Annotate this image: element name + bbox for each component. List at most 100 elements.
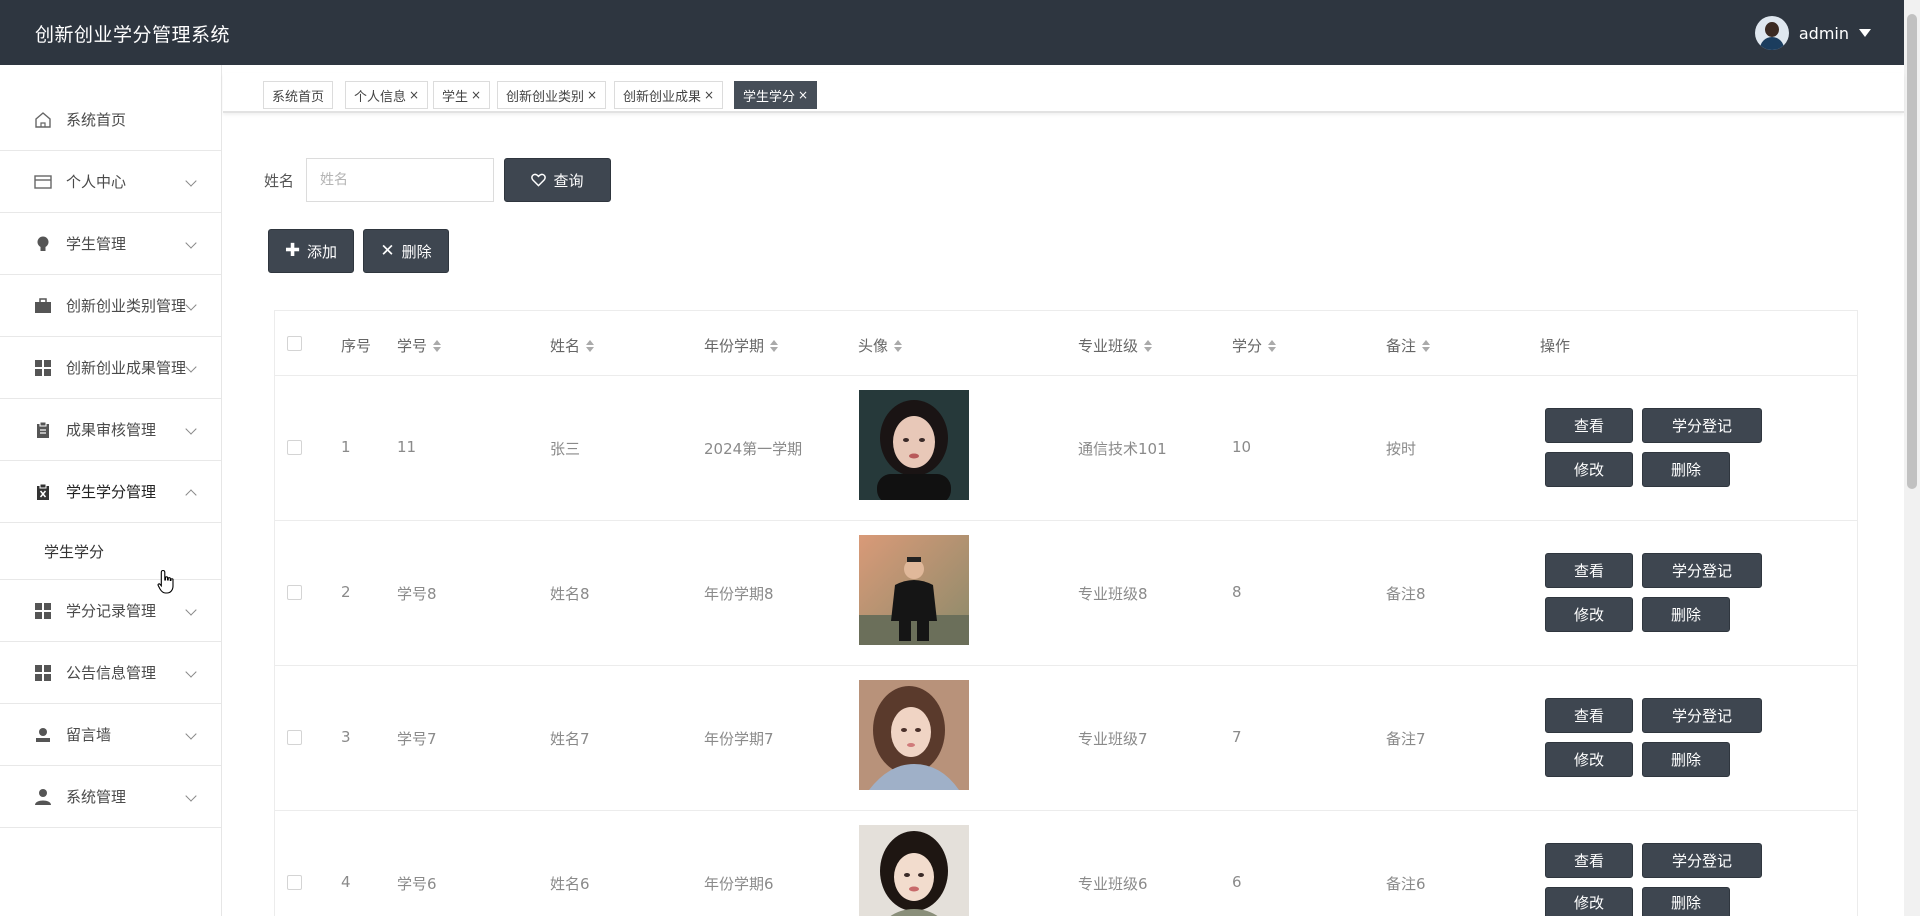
sidebar-item-label: 系统首页 [66, 111, 127, 129]
cell-class: 专业班级8 [1078, 585, 1148, 603]
grid-icon [34, 359, 52, 377]
register-credits-button[interactable]: 学分登记 [1642, 843, 1762, 878]
tab-home[interactable]: 系统首页 [263, 81, 334, 109]
chevron-down-icon [185, 666, 197, 678]
home-icon [34, 111, 52, 129]
column-header: 序号 [341, 337, 372, 355]
column-header[interactable]: 专业班级 [1078, 335, 1153, 356]
close-icon: ✕ [380, 240, 395, 261]
sidebar-item-label: 公告信息管理 [66, 664, 157, 682]
cell-note: 备注7 [1386, 730, 1426, 748]
sidebar-item-label: 创新创业成果管理 [66, 359, 187, 377]
sidebar-item-students[interactable]: 学生管理 [0, 213, 221, 275]
tab-students[interactable]: 学生 × [433, 81, 491, 109]
edit-button[interactable]: 修改 [1545, 597, 1633, 632]
register-credits-button[interactable]: 学分登记 [1642, 408, 1762, 443]
avatar[interactable] [1754, 16, 1789, 50]
cell-student-no: 学号8 [397, 585, 437, 603]
sidebar-item-label: 学生学分管理 [66, 483, 157, 501]
view-button[interactable]: 查看 [1545, 698, 1633, 733]
sidebar: 系统首页 个人中心 学生管理 创新创业类别管理 创新创业成果管理 成果审核管理 [0, 65, 222, 916]
delete-button[interactable]: 删除 [1642, 597, 1730, 632]
row-checkbox[interactable] [287, 875, 302, 890]
row-checkbox[interactable] [287, 730, 302, 745]
sidebar-item-home[interactable]: 系统首页 [0, 89, 221, 151]
sidebar-item-message-wall[interactable]: 留言墙 [0, 704, 221, 766]
table-row: 2 学号8 姓名8 年份学期8 专业班级8 8 备注8 查看 学分登记 修改 删… [275, 521, 1857, 666]
tab-category[interactable]: 创新创业类别 × [497, 81, 607, 109]
chevron-down-icon [185, 175, 197, 187]
column-header[interactable]: 备注 [1386, 335, 1431, 356]
sidebar-item-label: 创新创业类别管理 [66, 297, 187, 315]
column-header[interactable]: 学号 [397, 335, 442, 356]
close-icon[interactable]: × [704, 88, 714, 102]
column-header[interactable]: 姓名 [550, 335, 595, 356]
cell-index: 3 [341, 728, 351, 746]
cell-term: 年份学期7 [704, 730, 774, 748]
table-row: 4 学号6 姓名6 年份学期6 专业班级6 6 备注6 查看 学分登记 修改 删… [275, 811, 1857, 916]
delete-selected-button[interactable]: ✕ 删除 [363, 229, 449, 273]
clipboard-icon [34, 421, 52, 439]
app-title: 创新创业学分管理系统 [35, 24, 231, 46]
row-checkbox[interactable] [287, 440, 302, 455]
register-credits-button[interactable]: 学分登记 [1642, 698, 1762, 733]
table-row: 3 学号7 姓名7 年份学期7 专业班级7 7 备注7 查看 学分登记 修改 删… [275, 666, 1857, 811]
chevron-down-icon [185, 604, 197, 616]
tab-student-credits[interactable]: 学生学分 × [734, 81, 818, 109]
student-photo [859, 535, 969, 645]
sidebar-item-credit-records[interactable]: 学分记录管理 [0, 580, 221, 642]
delete-button[interactable]: 删除 [1642, 452, 1730, 487]
username[interactable]: admin [1799, 24, 1849, 43]
briefcase-icon [34, 297, 52, 315]
sort-icon [770, 339, 779, 352]
sidebar-item-credits[interactable]: 学生学分管理 [0, 461, 221, 523]
sidebar-item-label: 学生管理 [66, 235, 127, 253]
search-input[interactable] [306, 158, 494, 202]
sidebar-item-achievements[interactable]: 创新创业成果管理 [0, 337, 221, 399]
scrollbar-thumb[interactable] [1907, 14, 1917, 489]
user-menu[interactable]: admin [1754, 15, 1871, 51]
sort-icon [586, 339, 595, 352]
sort-icon [1268, 339, 1277, 352]
edit-button[interactable]: 修改 [1545, 742, 1633, 777]
edit-button[interactable]: 修改 [1545, 452, 1633, 487]
sidebar-item-review[interactable]: 成果审核管理 [0, 399, 221, 461]
delete-button[interactable]: 删除 [1642, 887, 1730, 916]
page-scrollbar[interactable] [1904, 0, 1920, 916]
column-header[interactable]: 头像 [858, 335, 903, 356]
tab-achievements[interactable]: 创新创业成果 × [614, 81, 724, 109]
select-all-checkbox[interactable] [287, 336, 302, 351]
search-button[interactable]: 查询 [504, 158, 611, 202]
register-credits-button[interactable]: 学分登记 [1642, 553, 1762, 588]
close-icon[interactable]: × [409, 88, 419, 102]
close-icon[interactable]: × [798, 88, 808, 102]
sidebar-item-category[interactable]: 创新创业类别管理 [0, 275, 221, 337]
cell-name: 姓名7 [550, 730, 590, 748]
add-button[interactable]: ✚ 添加 [268, 229, 354, 273]
delete-button[interactable]: 删除 [1642, 742, 1730, 777]
edit-button[interactable]: 修改 [1545, 887, 1633, 916]
sidebar-item-label: 成果审核管理 [66, 421, 157, 439]
cell-class: 专业班级7 [1078, 730, 1148, 748]
sidebar-item-system[interactable]: 系统管理 [0, 766, 221, 828]
student-photo [859, 390, 969, 500]
caret-down-icon[interactable] [1859, 29, 1871, 37]
column-header[interactable]: 年份学期 [704, 335, 779, 356]
table-row: 1 11 张三 2024第一学期 通信技术101 10 按时 查看 学分登记 修… [275, 376, 1857, 521]
view-button[interactable]: 查看 [1545, 843, 1633, 878]
cell-index: 4 [341, 873, 351, 891]
chevron-down-icon [185, 728, 197, 740]
row-checkbox[interactable] [287, 585, 302, 600]
tab-personal-info[interactable]: 个人信息 × [345, 81, 429, 109]
close-icon[interactable]: × [471, 88, 481, 102]
view-button[interactable]: 查看 [1545, 408, 1633, 443]
view-button[interactable]: 查看 [1545, 553, 1633, 588]
sort-icon [1144, 339, 1153, 352]
sidebar-item-announcements[interactable]: 公告信息管理 [0, 642, 221, 704]
submenu-item-student-credits[interactable]: 学生学分 [0, 523, 221, 580]
column-header[interactable]: 学分 [1232, 335, 1277, 356]
cell-index: 1 [341, 438, 351, 456]
close-icon[interactable]: × [587, 88, 597, 102]
sort-icon [1422, 339, 1431, 352]
sidebar-item-profile[interactable]: 个人中心 [0, 151, 221, 213]
